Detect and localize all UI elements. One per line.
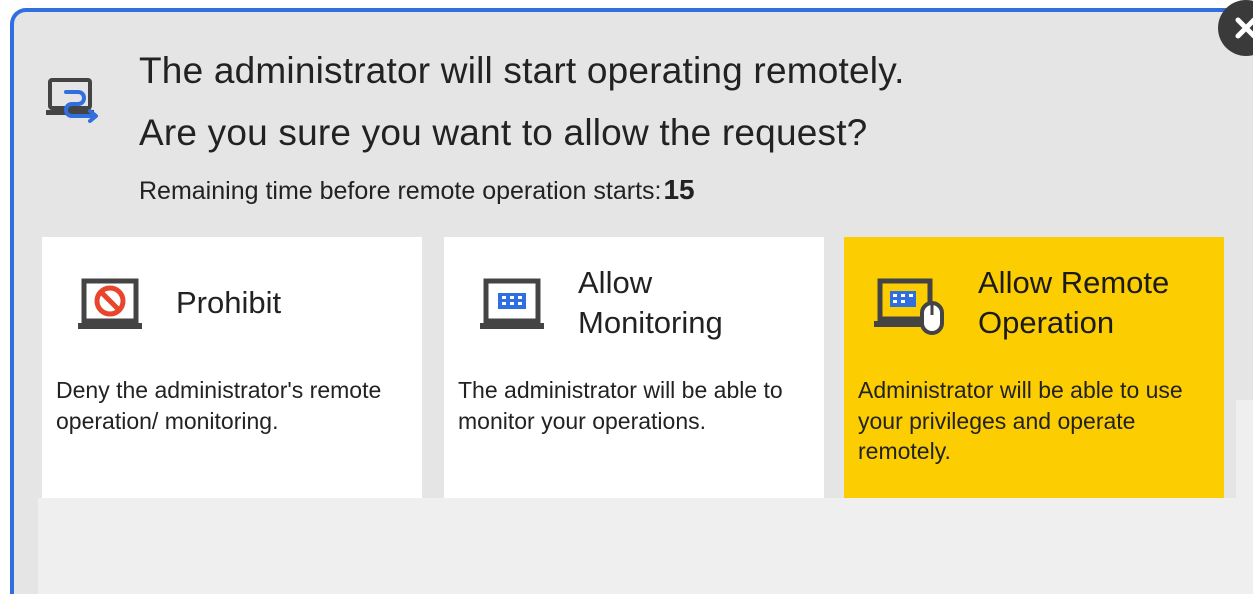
remaining-time-label: Remaining time before remote operation s… (139, 177, 662, 205)
side-panel-edge (1236, 400, 1253, 510)
allow-remote-label-line-1: Allow Remote (978, 265, 1170, 300)
prohibit-option-description: Deny the administrator's remote operatio… (56, 377, 382, 434)
allow-remote-label-line-2: Operation (978, 305, 1115, 341)
remaining-time-text: Remaining time before remote operation s… (139, 176, 695, 204)
allow-remote-operation-option-description: Administrator will be able to use your p… (858, 377, 1183, 465)
remaining-time-count: 15 (663, 174, 695, 205)
remote-connection-icon (46, 78, 98, 123)
dialog-footer-area (38, 498, 1253, 594)
allow-monitoring-option-button[interactable]: Allow Monitoring The administrator will … (444, 237, 824, 509)
monitor-icon (480, 278, 544, 329)
close-icon (1235, 17, 1253, 39)
allow-remote-operation-option-label: Allow Remote Operation (978, 263, 1169, 344)
remote-operation-mouse-icon (874, 278, 944, 335)
allow-monitoring-label-line-2: Monitoring (578, 305, 723, 341)
dialog-title-line-2: Are you sure you want to allow the reque… (139, 112, 868, 153)
remote-operation-dialog: The administrator will start operating r… (10, 8, 1253, 594)
prohibit-option-button[interactable]: Prohibit Deny the administrator's remote… (42, 237, 422, 509)
prohibit-option-label: Prohibit (176, 285, 282, 320)
allow-monitoring-label-line-1: Allow (578, 265, 653, 300)
dialog-title-line-1: The administrator will start operating r… (139, 50, 905, 91)
allow-monitoring-option-description: The administrator will be able to monito… (458, 377, 783, 434)
prohibit-monitor-icon (78, 278, 142, 329)
allow-remote-operation-option-button[interactable]: Allow Remote Operation Administrator wil… (844, 237, 1224, 509)
screen: The administrator will start operating r… (0, 0, 1253, 594)
allow-monitoring-option-label: Allow Monitoring (578, 263, 723, 344)
